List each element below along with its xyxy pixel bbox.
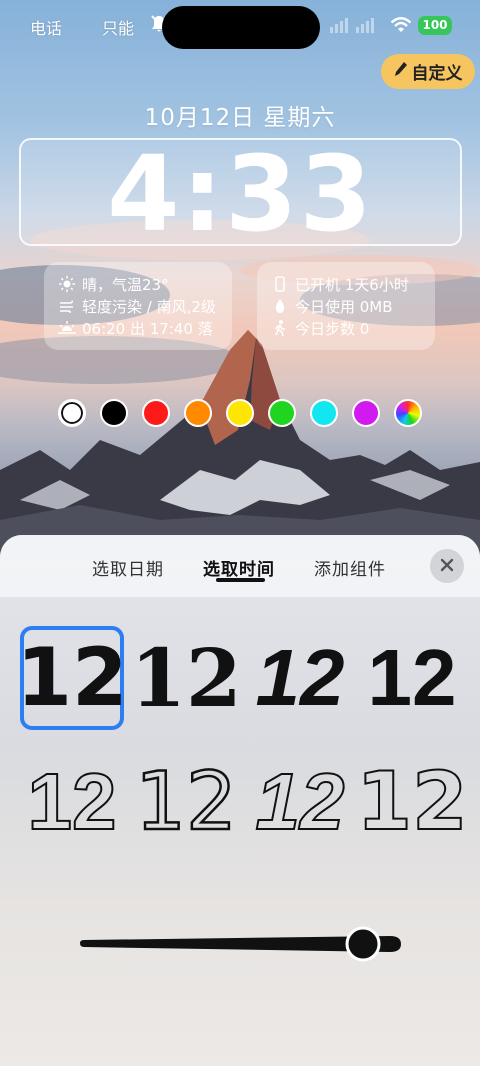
wifi-icon [390,16,412,38]
weather-text: 晴，气温23° [82,275,169,294]
close-button[interactable] [430,549,464,583]
sun-times-text: 06:20 出 17:40 落 [82,319,213,338]
font-option-2[interactable]: 12 [130,626,241,730]
battery-indicator: 100 [418,16,452,35]
pencil-icon [394,61,408,82]
device-widget[interactable]: 已开机 1天6小时 今日使用 0MB 今日步数 0 [257,262,435,350]
font-option-8[interactable]: 12 [355,750,468,854]
customize-button[interactable]: 自定义 [381,54,475,89]
camera-notch [162,6,320,49]
color-swatch-7[interactable] [310,399,338,427]
color-swatch-6[interactable] [268,399,296,427]
font-option-1[interactable]: 12 [16,626,128,730]
sun-icon [58,276,76,292]
tab-add-widget[interactable]: 添加组件 [314,555,386,580]
font-sample: 12 [16,631,128,724]
font-option-7[interactable]: 12 [248,750,352,854]
color-swatch-1[interactable] [58,399,86,427]
font-sample: 12 [255,756,346,847]
walking-icon [271,320,289,336]
font-option-6[interactable]: 12 [134,750,238,854]
font-sample: 12 [134,755,238,848]
color-swatch-3[interactable] [142,399,170,427]
lock-date[interactable]: 10月12日 星期六 [0,98,480,132]
color-swatch-9[interactable] [394,399,422,427]
active-tab-indicator [216,578,265,582]
uptime-row: 已开机 1天6小时 [257,273,435,295]
carrier-label-1: 电话 [30,19,63,38]
tab-select-time[interactable]: 选取时间 [203,555,275,580]
steps-text: 今日步数 0 [295,319,370,338]
close-icon [440,557,454,576]
wind-icon [58,298,76,314]
status-bar: 电话 只能 100 [0,0,480,52]
color-swatch-4[interactable] [184,399,212,427]
usage-text: 今日使用 0MB [295,297,393,316]
uptime-text: 已开机 1天6小时 [295,275,409,294]
clock-box[interactable]: 4:33 [19,138,462,250]
font-sample: 12 [27,756,118,847]
air-text: 轻度污染 / 南风,2级 [82,297,216,316]
font-option-3[interactable]: 12 [248,626,352,730]
sunrise-row: 06:20 出 17:40 落 [44,317,232,339]
slider-thumb[interactable] [345,926,381,962]
phone-icon [271,276,289,292]
font-option-5[interactable]: 12 [20,750,124,854]
carrier-label-2: 只能 [102,19,135,38]
steps-row: 今日步数 0 [257,317,435,339]
font-option-4[interactable]: 12 [360,626,464,730]
font-sample: 12 [130,631,242,725]
color-swatch-row [58,399,424,429]
color-swatch-8[interactable] [352,399,380,427]
color-swatch-2[interactable] [100,399,128,427]
droplet-icon [271,298,289,314]
air-row: 轻度污染 / 南风,2级 [44,295,232,317]
tab-select-date[interactable]: 选取日期 [92,555,164,580]
color-swatch-5[interactable] [226,399,254,427]
font-sample: 12 [355,755,468,848]
font-sample: 12 [255,633,345,722]
usage-row: 今日使用 0MB [257,295,435,317]
weather-widget[interactable]: 晴，气温23° 轻度污染 / 南风,2级 06:20 出 17:40 落 [44,262,232,350]
customize-label: 自定义 [411,64,463,84]
size-slider[interactable] [78,925,403,965]
weather-row: 晴，气温23° [44,273,232,295]
lock-time: 4:33 [107,133,374,255]
signal-icon [330,17,382,37]
sunrise-icon [58,320,76,336]
font-sample: 12 [367,633,457,722]
